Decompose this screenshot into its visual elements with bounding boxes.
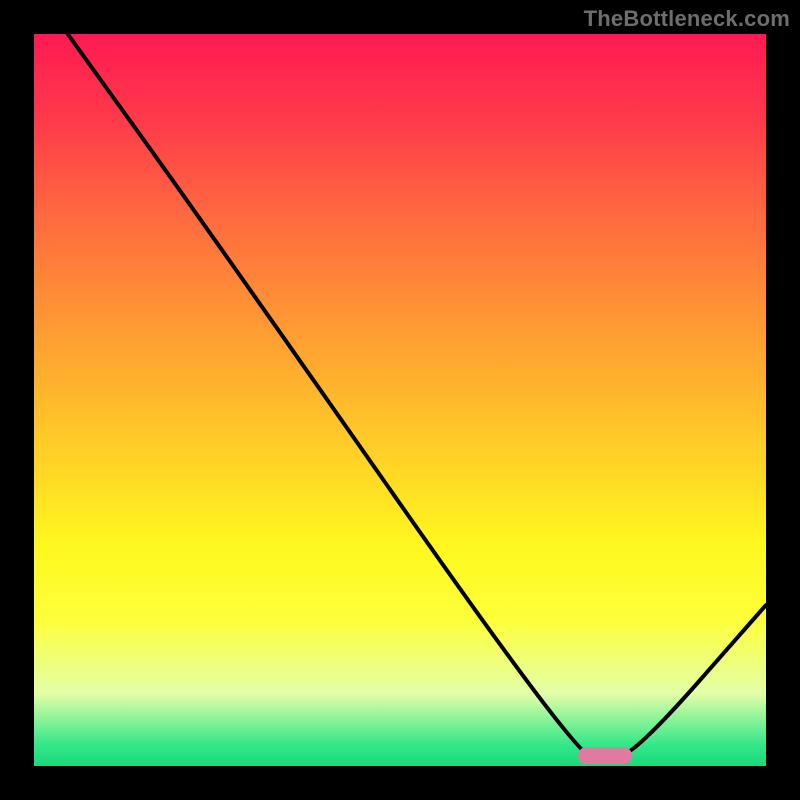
watermark-text: TheBottleneck.com — [584, 6, 790, 32]
bottleneck-curve — [34, 34, 766, 766]
chart-plot-area — [34, 34, 766, 766]
optimum-marker — [578, 747, 633, 764]
